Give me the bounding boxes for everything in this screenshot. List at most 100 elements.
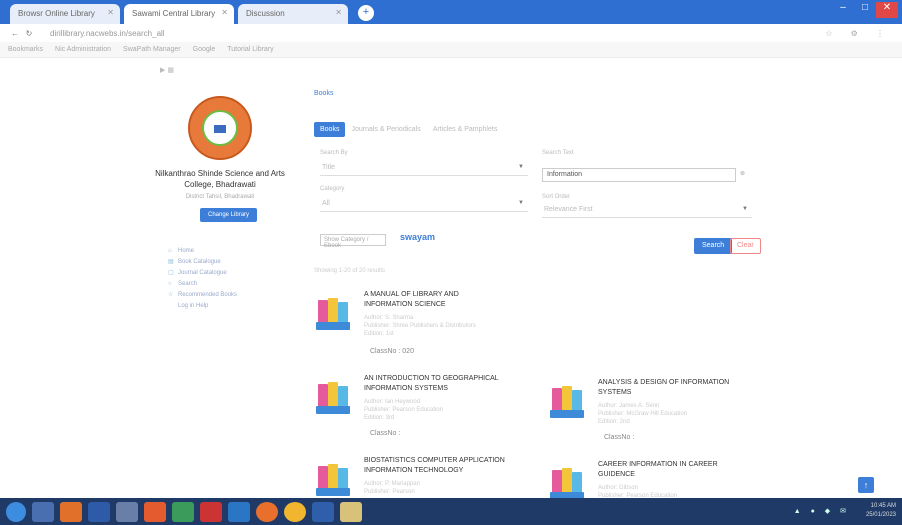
journal-icon: ▢	[168, 270, 174, 276]
bookmark-item[interactable]: SwaPath Manager	[123, 46, 181, 53]
system-tray-icons[interactable]: ▲ ● ◆ ✉	[794, 507, 850, 515]
close-window-icon[interactable]: ✕	[876, 2, 898, 18]
category-select[interactable]: All ▼	[320, 198, 528, 212]
close-tab-icon[interactable]: ✕	[107, 8, 114, 17]
app-icon[interactable]	[144, 501, 166, 522]
tab-label: Browsr Online Library	[18, 9, 95, 18]
scroll-top-button[interactable]: ↑	[858, 477, 874, 493]
book-title[interactable]: BIOSTATISTICS COMPUTER APPLICATION INFORM…	[364, 456, 544, 476]
app-icon[interactable]	[116, 501, 138, 522]
app-icon[interactable]	[32, 501, 54, 522]
college-location: District Tahsil, Bhadrawati	[185, 194, 255, 200]
book-result[interactable]: A MANUAL OF LIBRARY AND INFORMATION SCIEN…	[314, 290, 534, 360]
sidebar-item-recommended[interactable]: ☆ Recommended Books	[168, 290, 237, 301]
book-title[interactable]: ANALYSIS & DESIGN OF INFORMATION SYSTEMS	[598, 378, 778, 398]
search-button[interactable]: Search	[694, 238, 733, 254]
tab-articles[interactable]: Articles & Pamphlets	[427, 122, 504, 137]
tab-books[interactable]: Books	[314, 122, 346, 137]
firefox-icon[interactable]	[256, 501, 278, 522]
clear-text-icon[interactable]: ⊗	[740, 170, 745, 177]
bookmark-item[interactable]: Tutorial Library	[227, 46, 273, 53]
select-value: Relevance First	[544, 206, 593, 213]
book-stack-icon	[314, 462, 350, 498]
pdf-icon[interactable]	[200, 501, 222, 522]
chevron-down-icon: ▼	[518, 164, 524, 170]
bookmark-item[interactable]: Nic Administration	[55, 46, 111, 53]
address-bar: ← ↻ dirillibrary.nacwebs.in/search_all ☆…	[0, 24, 902, 42]
close-tab-icon[interactable]: ✕	[221, 8, 228, 17]
window-controls: – □ ✕	[832, 2, 898, 18]
book-title[interactable]: CAREER INFORMATION IN CAREER GUIDENCE	[598, 460, 778, 480]
sidebar-item-label: Log in Help	[178, 303, 209, 309]
main-content: Books Books Journals & Periodicals Artic…	[314, 90, 764, 500]
app-icon[interactable]	[172, 501, 194, 522]
vlc-icon[interactable]	[60, 501, 82, 522]
search-text-input[interactable]: Information	[542, 168, 736, 182]
search-by-select[interactable]: Title ▼	[320, 162, 528, 176]
search-text-label: Search Text	[542, 150, 574, 156]
start-button-icon[interactable]	[6, 501, 26, 522]
sort-select[interactable]: Relevance First ▼	[542, 204, 752, 218]
back-icon[interactable]: ←	[8, 29, 22, 38]
maximize-icon[interactable]: □	[854, 2, 876, 18]
book-title[interactable]: A MANUAL OF LIBRARY AND INFORMATION SCIEN…	[364, 290, 544, 310]
chevron-down-icon: ▼	[742, 206, 748, 212]
sidebar-item-home[interactable]: ⌂ Home	[168, 246, 237, 257]
book-meta: Author: P. Mariappan Publisher: Pearson	[364, 481, 420, 495]
logo-emblem	[202, 110, 238, 146]
windows-taskbar: ▲ ● ◆ ✉ 10:45 AM 25/01/2023	[0, 498, 902, 525]
browser-tab-active[interactable]: Sawami Central Library ✕	[124, 4, 234, 24]
sidebar-item-books[interactable]: ▤ Book Catalogue	[168, 257, 237, 268]
breadcrumb[interactable]: Books	[314, 90, 764, 97]
book-result[interactable]: ANALYSIS & DESIGN OF INFORMATION SYSTEMS …	[548, 378, 768, 448]
chrome-icon[interactable]	[284, 501, 306, 522]
book-stack-icon	[314, 380, 350, 416]
tab-journals[interactable]: Journals & Periodicals	[345, 122, 426, 137]
college-logo	[188, 96, 252, 160]
app-icon[interactable]	[312, 501, 334, 522]
browser-tab[interactable]: Browsr Online Library ✕	[10, 4, 120, 24]
new-tab-icon[interactable]: +	[358, 5, 374, 21]
book-meta: Author: James A. Senn Publisher: McGraw H…	[598, 403, 688, 425]
close-tab-icon[interactable]: ✕	[335, 8, 342, 17]
book-meta: Author: Ian Heywood Publisher: Pearson Ed…	[364, 399, 444, 421]
minimize-icon[interactable]: –	[832, 2, 854, 18]
book-result[interactable]: AN INTRODUCTION TO GEOGRAPHICAL INFORMATI…	[314, 374, 534, 444]
clear-button[interactable]: Clear	[730, 238, 761, 254]
extension-icons[interactable]: ☆ ⚙ ⋮	[825, 29, 892, 38]
bookmark-item[interactable]: Google	[193, 46, 216, 53]
class-number: ClassNo :	[604, 434, 635, 441]
sidebar-nav: ⌂ Home ▤ Book Catalogue ▢ Journal Catalogue…	[168, 246, 237, 312]
sidebar-item-search[interactable]: ○ Search	[168, 279, 237, 290]
browser-tab[interactable]: Discussion ✕	[238, 4, 348, 24]
bookmarks-bar: Bookmarks Nic Administration SwaPath Man…	[0, 42, 902, 58]
star-icon: ☆	[168, 292, 174, 298]
tab-label: Discussion	[246, 9, 285, 18]
folder-icon[interactable]	[340, 501, 362, 522]
system-clock[interactable]: 10:45 AM 25/01/2023	[866, 502, 896, 520]
app-icon[interactable]	[88, 501, 110, 522]
app-icon[interactable]	[228, 501, 250, 522]
book-result[interactable]: CAREER INFORMATION IN CAREER GUIDENCE Aut…	[548, 460, 768, 500]
url-field[interactable]: dirillibrary.nacwebs.in/search_all	[50, 29, 165, 38]
reload-icon[interactable]: ↻	[22, 29, 36, 38]
select-value: All	[322, 200, 330, 207]
book-result[interactable]: BIOSTATISTICS COMPUTER APPLICATION INFORM…	[314, 456, 534, 496]
book-icon: ▤	[168, 259, 174, 265]
clock-time: 10:45 AM	[870, 503, 896, 509]
bookmark-item[interactable]: Bookmarks	[8, 46, 43, 53]
book-title[interactable]: AN INTRODUCTION TO GEOGRAPHICAL INFORMATI…	[364, 374, 544, 394]
sidebar-item-journals[interactable]: ▢ Journal Catalogue	[168, 268, 237, 279]
swayam-logo[interactable]: swayam	[400, 232, 435, 242]
home-icon: ⌂	[168, 248, 172, 254]
browser-tab-bar: Browsr Online Library ✕ Sawami Central Li…	[0, 0, 902, 24]
sidebar-item-label: Book Catalogue	[178, 259, 221, 265]
app-store-badges[interactable]: ▶ ▦	[160, 66, 174, 74]
category-ebook-select[interactable]: Show Category / Ebook	[320, 234, 386, 249]
college-name-line: Nilkanthrao Shinde Science and Arts	[155, 169, 285, 178]
change-library-button[interactable]: Change Library	[200, 208, 258, 222]
search-icon: ○	[168, 281, 172, 287]
sidebar-item-label: Search	[178, 281, 198, 287]
sidebar-item-help[interactable]: Log in Help	[168, 301, 237, 312]
select-value: Title	[322, 164, 335, 171]
